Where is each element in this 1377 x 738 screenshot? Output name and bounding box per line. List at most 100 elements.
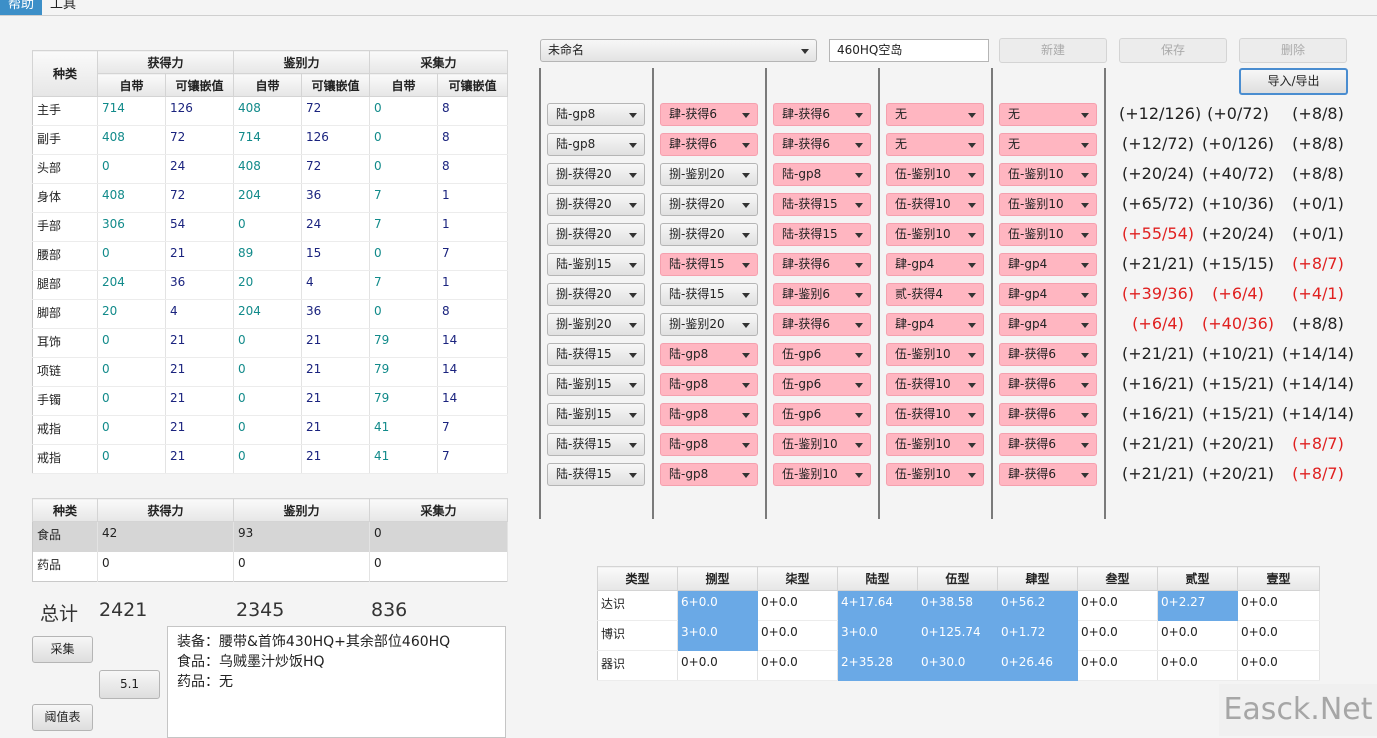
materia-select[interactable]: 伍-鉴别10 [886, 163, 984, 186]
materia-select[interactable]: 陆-获得15 [660, 283, 758, 306]
materia-select[interactable]: 伍-鉴别10 [773, 463, 871, 486]
materia-select[interactable]: 肆-获得6 [999, 373, 1097, 396]
materia-select[interactable]: 肆-获得6 [660, 103, 758, 126]
materia-select[interactable]: 伍-获得10 [886, 193, 984, 216]
materia-select[interactable]: 肆-获得6 [999, 343, 1097, 366]
materia-select[interactable]: 陆-gp8 [547, 103, 645, 126]
materia-select[interactable]: 肆-获得6 [773, 253, 871, 276]
materia-select[interactable]: 肆-获得6 [999, 463, 1097, 486]
materia-select[interactable]: 肆-获得6 [999, 403, 1097, 426]
materia-select[interactable]: 伍-鉴别10 [886, 433, 984, 456]
materia-select[interactable]: 肆-获得6 [773, 133, 871, 156]
consumable-row[interactable]: 食品 42 93 0 [32, 521, 508, 552]
materia-select[interactable]: 陆-获得15 [773, 223, 871, 246]
save-button[interactable]: 保存 [1119, 38, 1227, 63]
materia-select[interactable]: 肆-鉴别6 [773, 283, 871, 306]
preset-name-input[interactable]: 460HQ空岛 [829, 39, 989, 62]
materia-select[interactable]: 伍-获得10 [886, 403, 984, 426]
equipment-row[interactable]: 手部 306 54 0 24 7 1 [32, 212, 509, 242]
consumable-row[interactable]: 药品 0 0 0 [32, 551, 508, 582]
materia-select[interactable]: 肆-gp4 [886, 313, 984, 336]
equipment-row[interactable]: 腰部 0 21 89 15 0 7 [32, 241, 509, 271]
meldable-value: 21 [165, 241, 235, 271]
import-export-button[interactable]: 导入/导出 [1239, 68, 1348, 95]
materia-select[interactable]: 陆-gp8 [660, 373, 758, 396]
menu-help[interactable]: 帮助 [0, 0, 43, 15]
materia-select[interactable]: 陆-gp8 [547, 133, 645, 156]
version-button[interactable]: 5.1 [99, 670, 160, 699]
materia-select[interactable]: 肆-获得6 [660, 133, 758, 156]
equipment-row[interactable]: 耳饰 0 21 0 21 79 14 [32, 328, 509, 358]
equipment-row[interactable]: 手镯 0 21 0 21 79 14 [32, 386, 509, 416]
materia-select[interactable]: 肆-gp4 [999, 313, 1097, 336]
notes-textarea[interactable]: 装备：腰带&首饰430HQ+其余部位460HQ 食品：乌贼墨汁炒饭HQ 药品：无 [167, 626, 506, 738]
materia-select[interactable]: 捌-获得20 [547, 283, 645, 306]
materia-select[interactable]: 伍-鉴别10 [773, 433, 871, 456]
materia-select[interactable]: 伍-gp6 [773, 403, 871, 426]
materia-select[interactable]: 陆-获得15 [547, 343, 645, 366]
materia-select[interactable]: 陆-gp8 [773, 163, 871, 186]
chevron-down-icon [742, 323, 750, 328]
materia-select[interactable]: 捌-获得20 [660, 193, 758, 216]
materia-select[interactable]: 陆-gp8 [660, 343, 758, 366]
equipment-row[interactable]: 主手 714 126 408 72 0 8 [32, 96, 509, 126]
materia-select[interactable]: 伍-鉴别10 [999, 163, 1097, 186]
preset-select[interactable]: 未命名 [540, 39, 817, 62]
threshold-table-button[interactable]: 阈值表 [32, 704, 93, 731]
materia-select[interactable]: 肆-获得6 [773, 103, 871, 126]
materia-select[interactable]: 无 [886, 133, 984, 156]
materia-select[interactable]: 捌-鉴别20 [660, 163, 758, 186]
materia-select[interactable]: 无 [999, 133, 1097, 156]
materia-select[interactable]: 捌-获得20 [547, 163, 645, 186]
materia-select[interactable]: 肆-gp4 [886, 253, 984, 276]
chevron-down-icon [855, 473, 863, 478]
materia-type-row[interactable]: 器识 0+0.0 0+0.0 2+35.28 0+30.0 0+26.46 0+0.0 0+0… [597, 650, 1320, 681]
stat-result: (+8/7) [1292, 434, 1344, 453]
materia-select[interactable]: 陆-gp8 [660, 403, 758, 426]
materia-select[interactable]: 捌-鉴别20 [660, 313, 758, 336]
materia-select[interactable]: 捌-获得20 [547, 223, 645, 246]
equipment-row[interactable]: 腿部 204 36 20 4 7 1 [32, 270, 509, 300]
delete-button[interactable]: 删除 [1239, 38, 1347, 63]
materia-select[interactable]: 贰-获得4 [886, 283, 984, 306]
materia-type-row[interactable]: 达识 6+0.0 0+0.0 4+17.64 0+38.58 0+56.2 0+0.0 0+2… [597, 590, 1320, 621]
materia-select[interactable]: 伍-获得10 [886, 373, 984, 396]
materia-select[interactable]: 伍-鉴别10 [999, 193, 1097, 216]
materia-select[interactable]: 伍-gp6 [773, 373, 871, 396]
materia-select[interactable]: 陆-鉴别15 [547, 373, 645, 396]
materia-select[interactable]: 捌-获得20 [660, 223, 758, 246]
materia-select[interactable]: 伍-gp6 [773, 343, 871, 366]
materia-select[interactable]: 陆-鉴别15 [547, 403, 645, 426]
equipment-row[interactable]: 项链 0 21 0 21 79 14 [32, 357, 509, 387]
materia-select[interactable]: 伍-鉴别10 [999, 223, 1097, 246]
materia-select[interactable]: 捌-鉴别20 [547, 313, 645, 336]
materia-type-row[interactable]: 博识 3+0.0 0+0.0 3+0.0 0+125.74 0+1.72 0+0.0 0+0.… [597, 620, 1320, 651]
materia-select[interactable]: 陆-鉴别15 [547, 253, 645, 276]
materia-select[interactable]: 肆-gp4 [999, 283, 1097, 306]
equipment-row[interactable]: 脚部 20 4 204 36 0 8 [32, 299, 509, 329]
new-button[interactable]: 新建 [999, 38, 1107, 63]
materia-select[interactable]: 陆-获得15 [547, 433, 645, 456]
materia-select[interactable]: 陆-获得15 [547, 463, 645, 486]
collect-button[interactable]: 采集 [32, 636, 93, 663]
equipment-row[interactable]: 头部 0 24 408 72 0 8 [32, 154, 509, 184]
equipment-row[interactable]: 身体 408 72 204 36 7 1 [32, 183, 509, 213]
equipment-row[interactable]: 戒指 0 21 0 21 41 7 [32, 415, 509, 445]
materia-select[interactable]: 陆-gp8 [660, 433, 758, 456]
materia-select[interactable]: 肆-获得6 [999, 433, 1097, 456]
materia-select[interactable]: 陆-获得15 [773, 193, 871, 216]
materia-select[interactable]: 肆-gp4 [999, 253, 1097, 276]
materia-select[interactable]: 伍-鉴别10 [886, 463, 984, 486]
materia-select[interactable]: 陆-gp8 [660, 463, 758, 486]
materia-select[interactable]: 肆-获得6 [773, 313, 871, 336]
equipment-row[interactable]: 戒指 0 21 0 21 41 7 [32, 444, 509, 474]
materia-select[interactable]: 伍-鉴别10 [886, 223, 984, 246]
menu-tools[interactable]: 工具 [42, 0, 84, 15]
materia-select-value: 肆-获得6 [782, 257, 830, 271]
materia-select[interactable]: 无 [999, 103, 1097, 126]
materia-select[interactable]: 陆-获得15 [660, 253, 758, 276]
materia-select[interactable]: 捌-获得20 [547, 193, 645, 216]
materia-select[interactable]: 无 [886, 103, 984, 126]
equipment-row[interactable]: 副手 408 72 714 126 0 8 [32, 125, 509, 155]
materia-select[interactable]: 伍-鉴别10 [886, 343, 984, 366]
